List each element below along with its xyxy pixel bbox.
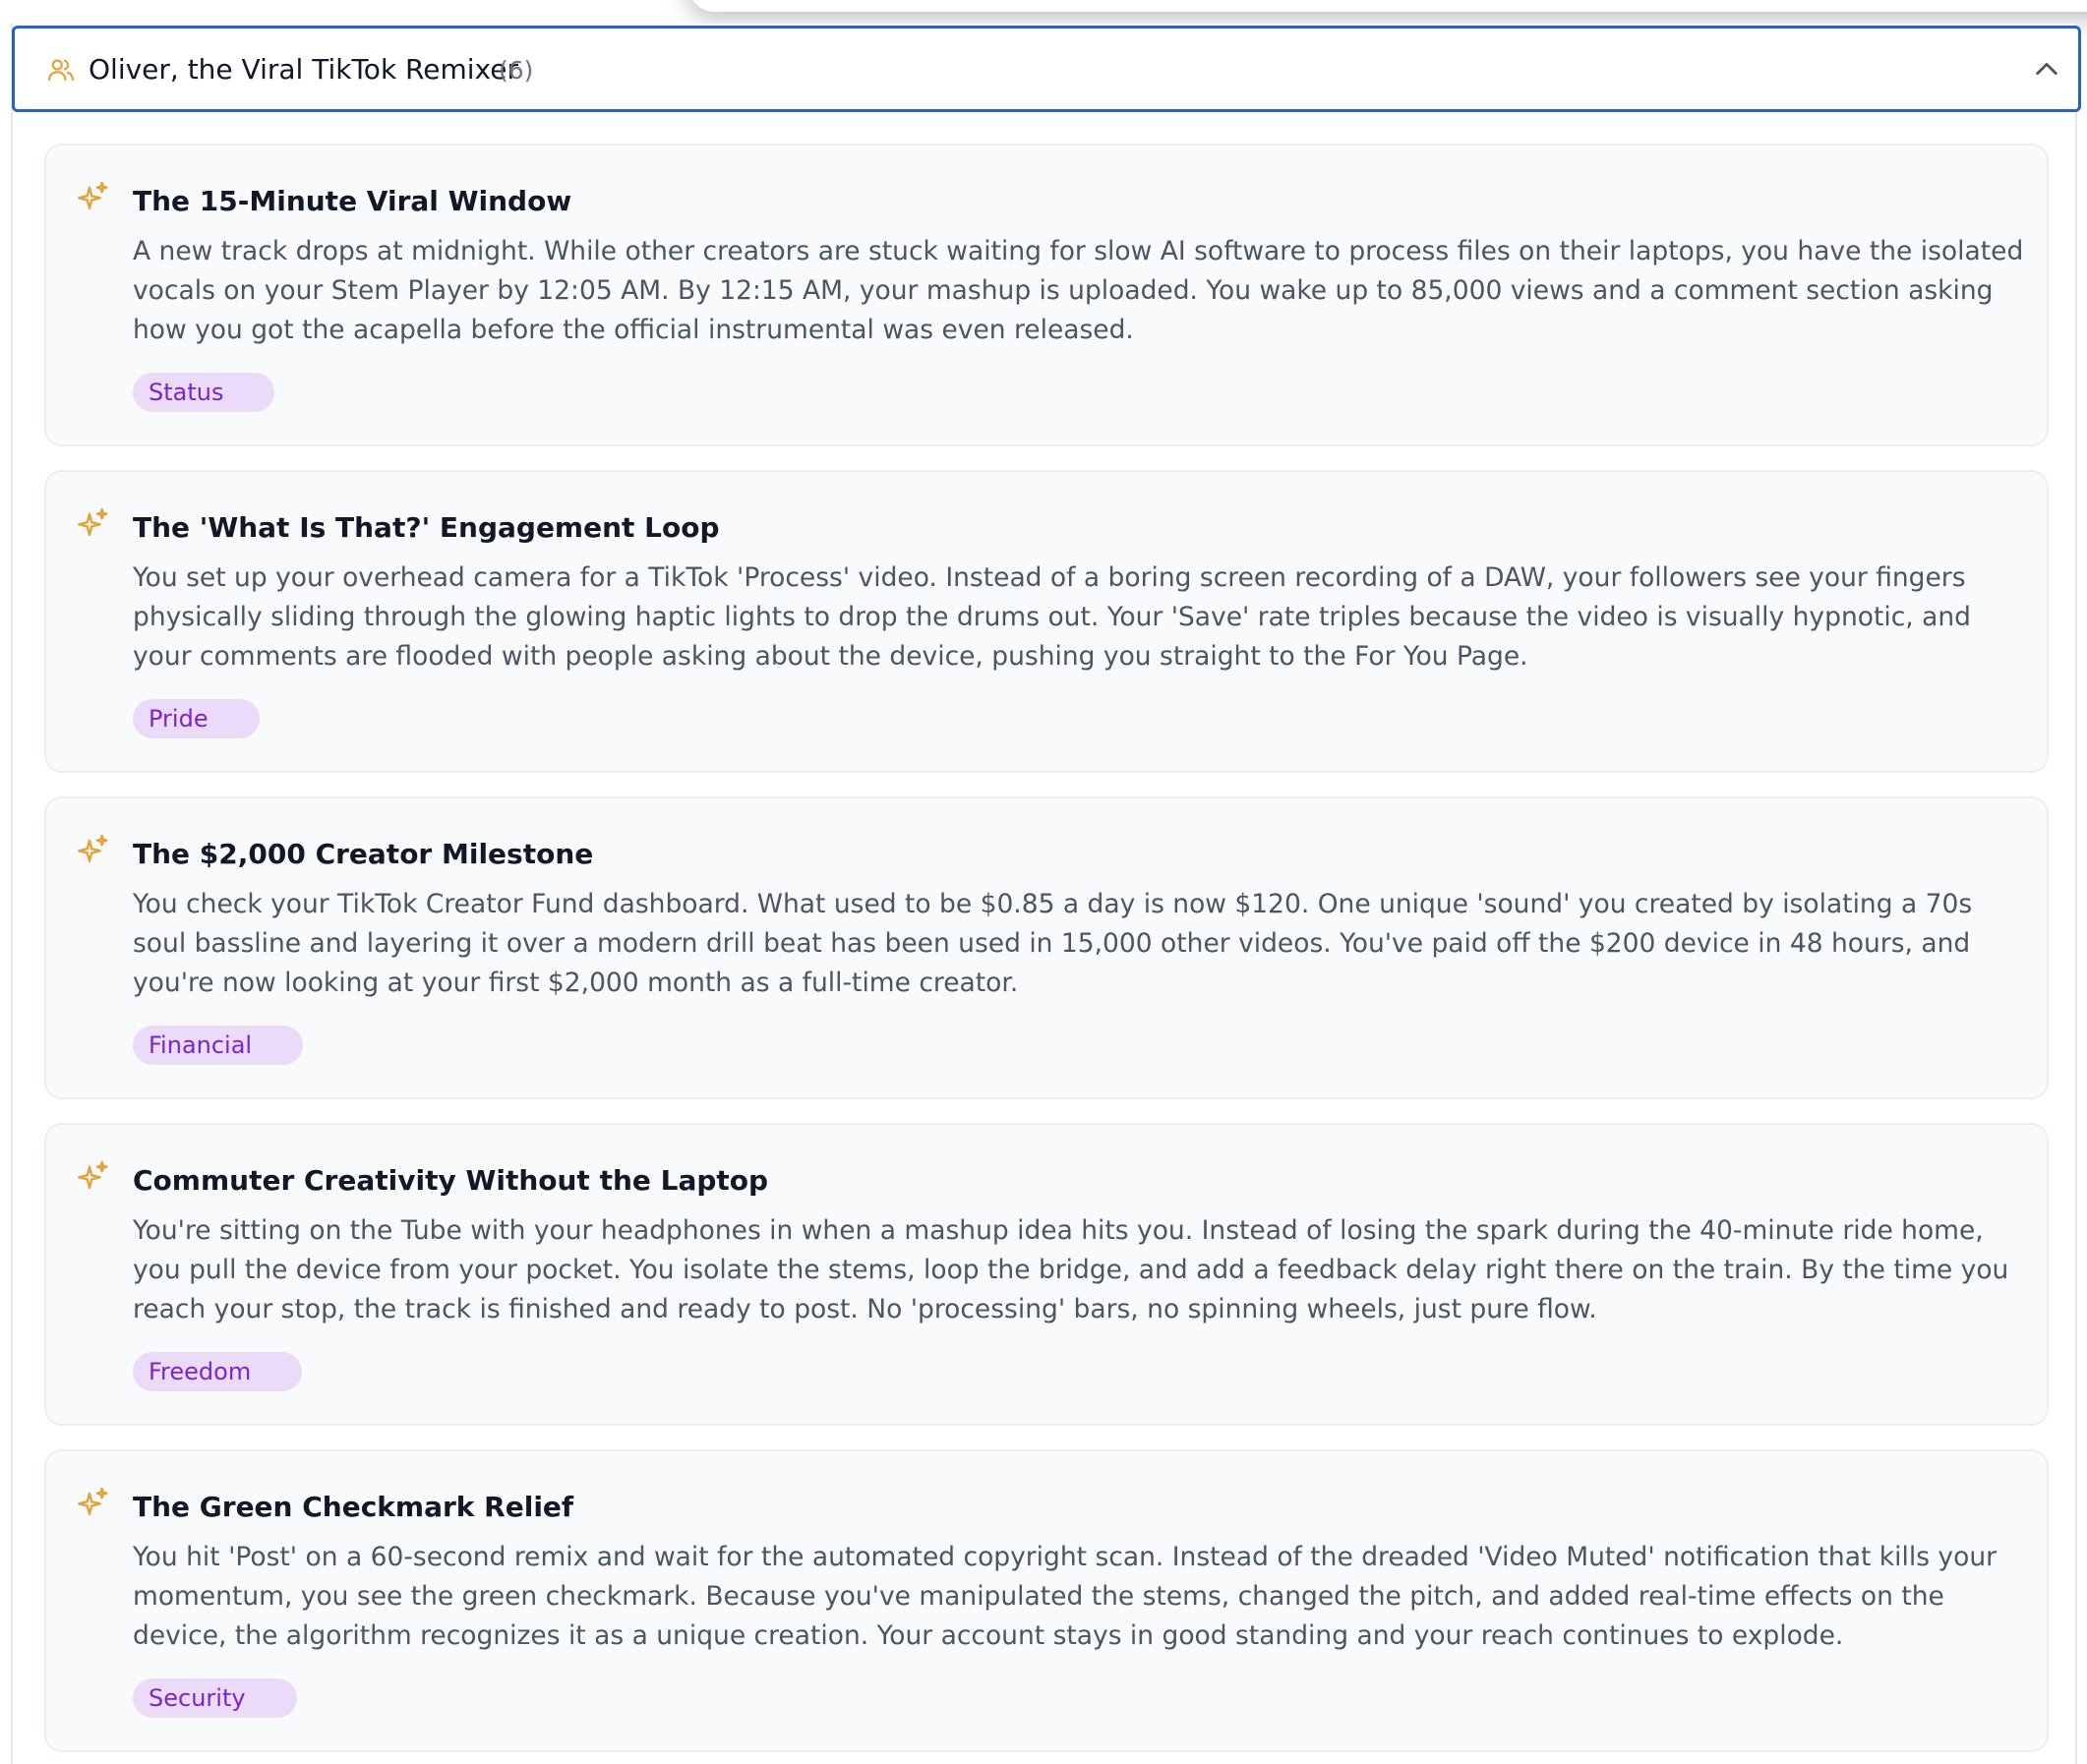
benefit-card: The $2,000 Creator Milestone You check y… (44, 796, 2049, 1099)
page: Oliver, the Viral TikTok Remixer (6) The… (0, 0, 2087, 1764)
benefit-card: The 'What Is That?' Engagement Loop You … (44, 470, 2049, 773)
card-title: The $2,000 Creator Milestone (133, 838, 594, 870)
card-title: The Green Checkmark Relief (133, 1491, 574, 1523)
sparkles-icon (78, 1160, 108, 1190)
card-description: A new track drops at midnight. While oth… (133, 236, 2024, 345)
card-description: You hit 'Post' on a 60-second remix and … (133, 1542, 1998, 1651)
group-count: (6) (499, 56, 534, 85)
card-description: You're sitting on the Tube with your hea… (133, 1215, 2009, 1324)
benefit-card-list: The 15-Minute Viral Window A new track d… (44, 144, 2049, 1764)
users-icon (48, 59, 74, 82)
category-tag: Security (133, 1678, 297, 1718)
card-title: The 15-Minute Viral Window (133, 185, 572, 217)
category-tag: Status (133, 373, 275, 412)
overlay-shadow (688, 0, 2087, 12)
card-description: You set up your overhead camera for a Ti… (133, 562, 1971, 672)
card-title: The 'What Is That?' Engagement Loop (133, 511, 720, 544)
persona-group-header[interactable]: Oliver, the Viral TikTok Remixer (6) (12, 26, 2081, 112)
sparkles-icon (78, 834, 108, 863)
sparkles-icon (78, 181, 108, 210)
group-title: Oliver, the Viral TikTok Remixer (89, 53, 518, 86)
category-tag: Freedom (133, 1352, 303, 1391)
card-title: Commuter Creativity Without the Laptop (133, 1164, 769, 1197)
chevron-up-icon[interactable] (2033, 58, 2060, 80)
benefit-card: The Green Checkmark Relief You hit 'Post… (44, 1449, 2049, 1752)
benefit-card: The 15-Minute Viral Window A new track d… (44, 144, 2049, 446)
category-tag: Pride (133, 699, 260, 738)
sparkles-icon (78, 1487, 108, 1516)
card-description: You check your TikTok Creator Fund dashb… (133, 889, 1973, 998)
category-tag: Financial (133, 1026, 304, 1065)
sparkles-icon (78, 507, 108, 537)
benefit-card: Commuter Creativity Without the Laptop Y… (44, 1123, 2049, 1426)
